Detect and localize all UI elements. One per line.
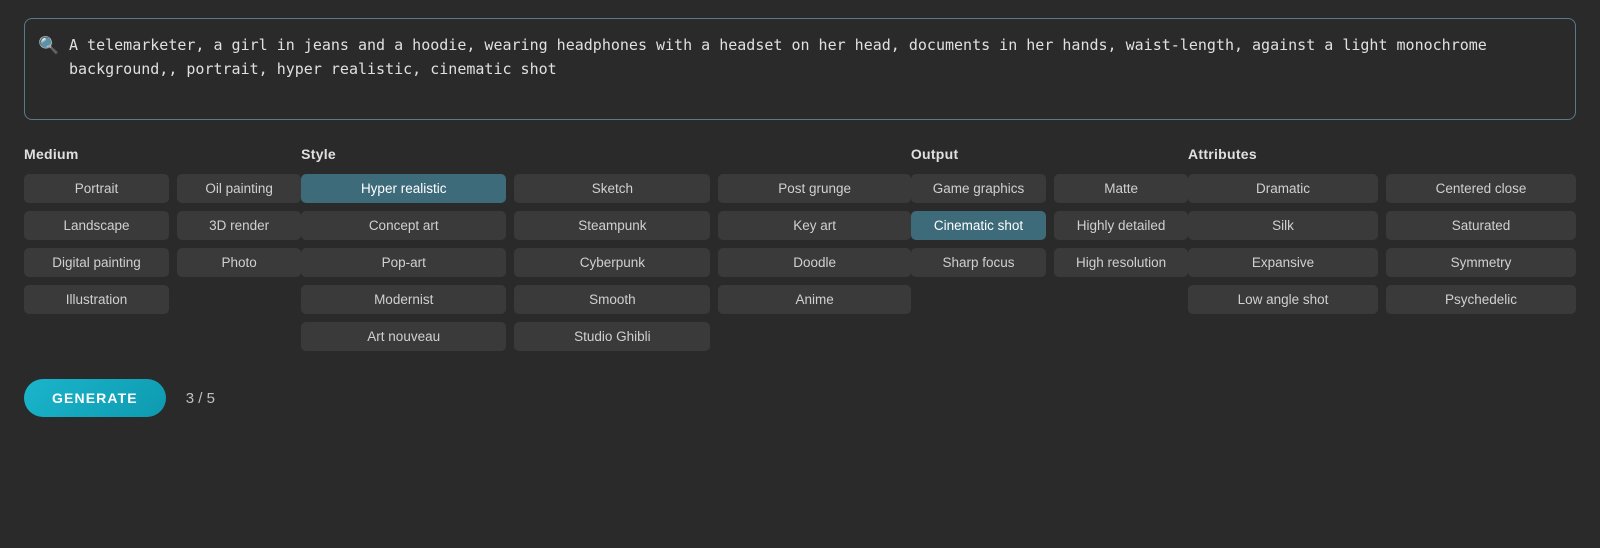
search-input[interactable]: [24, 18, 1576, 120]
tag-3d-render[interactable]: 3D render: [177, 211, 301, 240]
tag-sketch[interactable]: Sketch: [514, 174, 710, 203]
tag-post-grunge[interactable]: Post grunge: [718, 174, 910, 203]
tag-studio-ghibli[interactable]: Studio Ghibli: [514, 322, 710, 351]
tag-game-graphics[interactable]: Game graphics: [911, 174, 1046, 203]
tag-concept-art[interactable]: Concept art: [301, 211, 506, 240]
attributes-items: Dramatic Centered close Silk Saturated Expan…: [1188, 174, 1576, 314]
tag-steampunk[interactable]: Steampunk: [514, 211, 710, 240]
tag-expansive[interactable]: Expansive: [1188, 248, 1378, 277]
tag-matte[interactable]: Matte: [1054, 174, 1188, 203]
tag-doodle[interactable]: Doodle: [718, 248, 910, 277]
medium-category: Medium Portrait Oil painting Landscape 3D r…: [24, 146, 301, 314]
tag-symmetry[interactable]: Symmetry: [1386, 248, 1576, 277]
medium-title: Medium: [24, 146, 301, 162]
style-category: Style Hyper realistic Sketch Post grunge Co…: [301, 146, 911, 351]
search-icon: 🔍: [38, 36, 59, 56]
footer-row: GENERATE 3 / 5: [24, 379, 1576, 417]
tag-digital-painting[interactable]: Digital painting: [24, 248, 169, 277]
style-items: Hyper realistic Sketch Post grunge Concept …: [301, 174, 911, 351]
count-label: 3 / 5: [186, 390, 215, 407]
tag-silk[interactable]: Silk: [1188, 211, 1378, 240]
tag-art-nouveau[interactable]: Art nouveau: [301, 322, 506, 351]
output-items: Game graphics Matte Cinematic shot Highly d…: [911, 174, 1188, 277]
tag-sharp-focus[interactable]: Sharp focus: [911, 248, 1046, 277]
tag-cyberpunk[interactable]: Cyberpunk: [514, 248, 710, 277]
attributes-title: Attributes: [1188, 146, 1576, 162]
tag-oil-painting[interactable]: Oil painting: [177, 174, 301, 203]
tag-pop-art[interactable]: Pop-art: [301, 248, 506, 277]
attributes-category: Attributes Dramatic Centered close Silk Sat…: [1188, 146, 1576, 314]
generate-button[interactable]: GENERATE: [24, 379, 166, 417]
tag-centered-close[interactable]: Centered close: [1386, 174, 1576, 203]
tag-illustration[interactable]: Illustration: [24, 285, 169, 314]
tag-dramatic[interactable]: Dramatic: [1188, 174, 1378, 203]
tag-key-art[interactable]: Key art: [718, 211, 910, 240]
search-wrapper: 🔍: [24, 18, 1576, 124]
tag-low-angle-shot[interactable]: Low angle shot: [1188, 285, 1378, 314]
tag-portrait[interactable]: Portrait: [24, 174, 169, 203]
medium-items: Portrait Oil painting Landscape 3D render Di…: [24, 174, 301, 314]
tag-cinematic-shot[interactable]: Cinematic shot: [911, 211, 1046, 240]
tag-smooth[interactable]: Smooth: [514, 285, 710, 314]
style-title: Style: [301, 146, 911, 162]
tag-modernist[interactable]: Modernist: [301, 285, 506, 314]
output-title: Output: [911, 146, 1188, 162]
tag-anime[interactable]: Anime: [718, 285, 910, 314]
output-category: Output Game graphics Matte Cinematic shot H…: [911, 146, 1188, 277]
tag-photo[interactable]: Photo: [177, 248, 301, 277]
tag-psychedelic[interactable]: Psychedelic: [1386, 285, 1576, 314]
tag-saturated[interactable]: Saturated: [1386, 211, 1576, 240]
tag-hyper-realistic[interactable]: Hyper realistic: [301, 174, 506, 203]
categories-row: Medium Portrait Oil painting Landscape 3D r…: [24, 146, 1576, 351]
tag-landscape[interactable]: Landscape: [24, 211, 169, 240]
tag-high-resolution[interactable]: High resolution: [1054, 248, 1188, 277]
tag-highly-detailed[interactable]: Highly detailed: [1054, 211, 1188, 240]
